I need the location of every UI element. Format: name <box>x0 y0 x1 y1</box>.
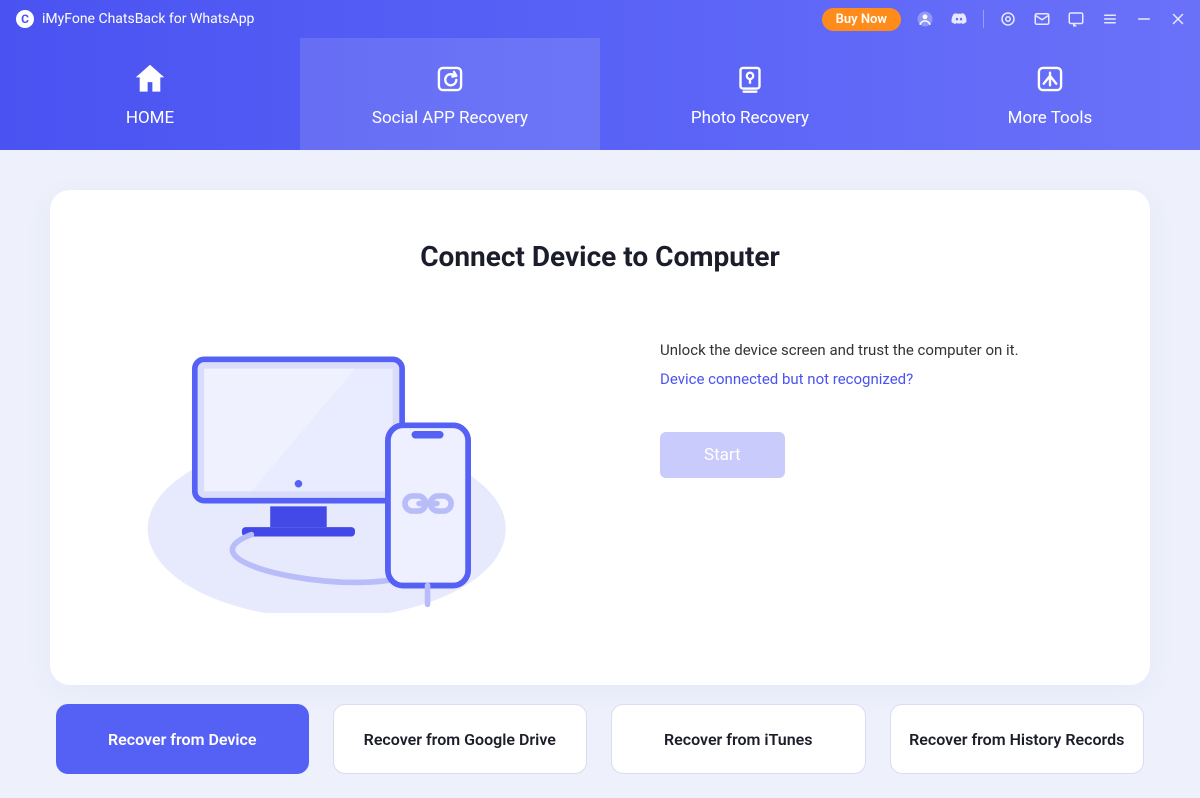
discord-icon[interactable] <box>949 9 969 29</box>
start-button[interactable]: Start <box>660 432 785 478</box>
tab-label: Photo Recovery <box>691 108 809 128</box>
account-icon[interactable] <box>915 9 935 29</box>
tab-home[interactable]: HOME <box>0 38 300 150</box>
option-recover-from-history[interactable]: Recover from History Records <box>890 704 1145 774</box>
refresh-icon <box>431 60 469 98</box>
topbar-left: C iMyFone ChatsBack for WhatsApp <box>16 10 254 28</box>
content-area: Connect Device to Computer <box>0 150 1200 685</box>
tab-label: More Tools <box>1008 108 1093 128</box>
option-recover-from-google-drive[interactable]: Recover from Google Drive <box>333 704 588 774</box>
tab-more-tools[interactable]: More Tools <box>900 38 1200 150</box>
menu-icon[interactable] <box>1100 9 1120 29</box>
instruction-text: Unlock the device screen and trust the c… <box>660 341 1090 359</box>
app-title: iMyFone ChatsBack for WhatsApp <box>42 11 254 27</box>
home-icon <box>131 60 169 98</box>
divider <box>983 10 984 28</box>
option-recover-from-device[interactable]: Recover from Device <box>56 704 309 774</box>
tab-label: Social APP Recovery <box>372 108 528 128</box>
connect-illustration <box>110 313 600 613</box>
header: C iMyFone ChatsBack for WhatsApp Buy Now <box>0 0 1200 150</box>
instructions: Unlock the device screen and trust the c… <box>660 313 1090 613</box>
topbar-right: Buy Now <box>822 8 1188 31</box>
minimize-icon[interactable] <box>1134 9 1154 29</box>
topbar: C iMyFone ChatsBack for WhatsApp Buy Now <box>0 0 1200 38</box>
apps-icon <box>1031 60 1069 98</box>
tab-photo-recovery[interactable]: Photo Recovery <box>600 38 900 150</box>
card-body: Unlock the device screen and trust the c… <box>110 313 1090 613</box>
mail-icon[interactable] <box>1032 9 1052 29</box>
close-icon[interactable] <box>1168 9 1188 29</box>
page-title: Connect Device to Computer <box>110 240 1090 273</box>
recovery-options: Recover from Device Recover from Google … <box>0 684 1200 798</box>
photo-icon <box>731 60 769 98</box>
main-card: Connect Device to Computer <box>50 190 1150 685</box>
help-link[interactable]: Device connected but not recognized? <box>660 370 913 388</box>
app-logo-icon: C <box>16 10 34 28</box>
tab-social-app-recovery[interactable]: Social APP Recovery <box>300 38 600 150</box>
nav-tabs: HOME Social APP Recovery Photo Recovery … <box>0 38 1200 150</box>
option-recover-from-itunes[interactable]: Recover from iTunes <box>611 704 866 774</box>
buy-now-button[interactable]: Buy Now <box>822 8 901 31</box>
tab-label: HOME <box>126 108 174 128</box>
settings-icon[interactable] <box>998 9 1018 29</box>
feedback-icon[interactable] <box>1066 9 1086 29</box>
